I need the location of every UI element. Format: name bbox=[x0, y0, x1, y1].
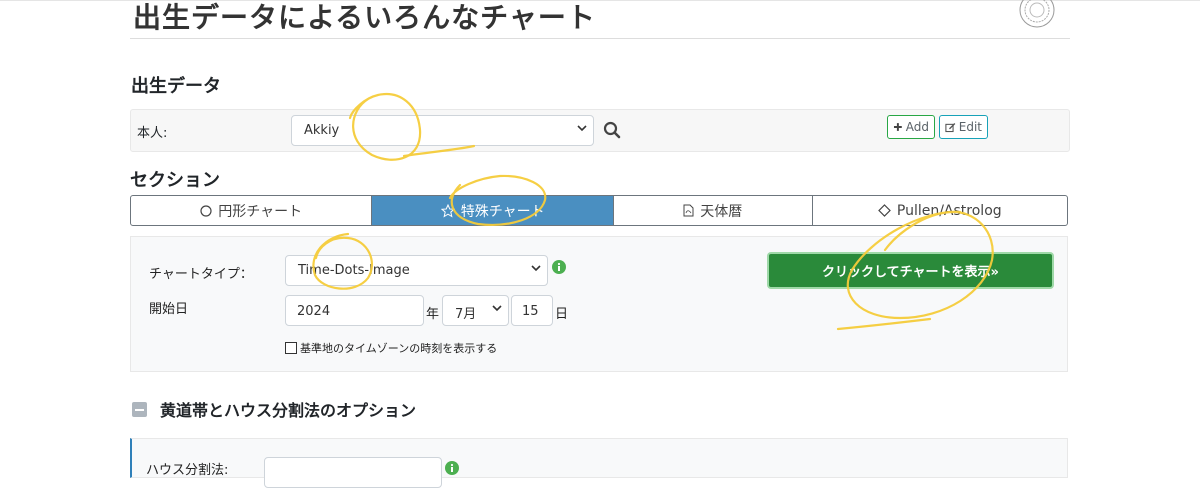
plus-icon bbox=[893, 123, 902, 131]
person-label: 本人: bbox=[137, 126, 168, 141]
add-button-label: Add bbox=[905, 120, 929, 134]
page-title: 出生データによるいろんなチャート bbox=[133, 1, 596, 34]
month-select[interactable]: 7月 bbox=[442, 295, 509, 326]
chart-type-value: Time-Dots-Image bbox=[298, 263, 410, 278]
year-value: 2024 bbox=[297, 304, 331, 319]
year-input[interactable]: 2024 bbox=[285, 295, 424, 326]
tab-label: 天体暦 bbox=[700, 203, 743, 220]
pdf-file-icon bbox=[683, 204, 694, 217]
person-row: 本人: Akkiy Add Edit bbox=[130, 109, 1070, 152]
timezone-checkbox[interactable] bbox=[285, 342, 297, 354]
tab-label: Pullen/Astrolog bbox=[896, 202, 1002, 219]
tab-circle-chart[interactable]: 円形チャート bbox=[131, 196, 373, 225]
chart-type-label: チャートタイプ： bbox=[149, 267, 253, 282]
add-person-button[interactable]: Add bbox=[887, 115, 935, 139]
chevron-down-icon bbox=[492, 305, 502, 312]
person-select[interactable]: Akkiy bbox=[291, 115, 594, 146]
timezone-checkbox-label: 基準地のタイムゾーンの時刻を表示する bbox=[300, 342, 498, 355]
circle-icon bbox=[200, 204, 212, 217]
year-suffix: 年 bbox=[426, 307, 440, 322]
collapse-minus-icon[interactable] bbox=[132, 401, 147, 417]
chart-form-panel: チャートタイプ： Time-Dots-Image 開始日 2024 年 7月 1… bbox=[130, 236, 1068, 372]
site-logo-icon[interactable] bbox=[1018, 0, 1056, 30]
start-date-label: 開始日 bbox=[149, 302, 189, 317]
info-icon[interactable] bbox=[552, 260, 566, 274]
options-heading[interactable]: 黄道帯とハウス分割法のオプション bbox=[132, 397, 416, 421]
chevron-down-icon bbox=[577, 125, 587, 132]
chart-type-select[interactable]: Time-Dots-Image bbox=[285, 255, 548, 286]
tab-ephemeris[interactable]: 天体暦 bbox=[614, 196, 813, 225]
search-icon[interactable] bbox=[603, 121, 621, 139]
month-value: 7月 bbox=[455, 307, 477, 322]
diamond-icon bbox=[878, 204, 891, 217]
section-tabs: 円形チャート 特殊チャート 天体暦 Pullen/Astrolog bbox=[130, 195, 1068, 226]
edit-icon bbox=[945, 122, 956, 132]
tab-label: 特殊チャート bbox=[460, 203, 545, 220]
title-divider bbox=[130, 38, 1070, 39]
person-select-value: Akkiy bbox=[304, 123, 340, 138]
house-system-select[interactable] bbox=[264, 457, 442, 488]
tab-pullen-astrolog[interactable]: Pullen/Astrolog bbox=[813, 196, 1067, 225]
day-suffix: 日 bbox=[555, 307, 569, 322]
edit-button-label: Edit bbox=[958, 120, 982, 134]
info-icon[interactable] bbox=[445, 461, 459, 475]
options-heading-label: 黄道帯とハウス分割法のオプション bbox=[160, 401, 417, 420]
star-icon bbox=[440, 203, 455, 218]
tab-special-chart[interactable]: 特殊チャート bbox=[372, 196, 614, 225]
day-value: 15 bbox=[522, 304, 539, 319]
chevron-down-icon bbox=[531, 265, 541, 272]
edit-person-button[interactable]: Edit bbox=[939, 115, 988, 139]
timezone-checkbox-row[interactable]: 基準地のタイムゾーンの時刻を表示する bbox=[285, 340, 497, 356]
section-heading: セクション bbox=[130, 170, 220, 191]
house-system-label: ハウス分割法: bbox=[146, 463, 229, 478]
tab-label: 円形チャート bbox=[218, 203, 303, 220]
day-input[interactable]: 15 bbox=[511, 295, 553, 326]
show-chart-button[interactable]: クリックしてチャートを表示» bbox=[767, 252, 1054, 289]
options-panel: ハウス分割法: bbox=[130, 438, 1068, 488]
birth-data-heading: 出生データ bbox=[131, 76, 221, 97]
